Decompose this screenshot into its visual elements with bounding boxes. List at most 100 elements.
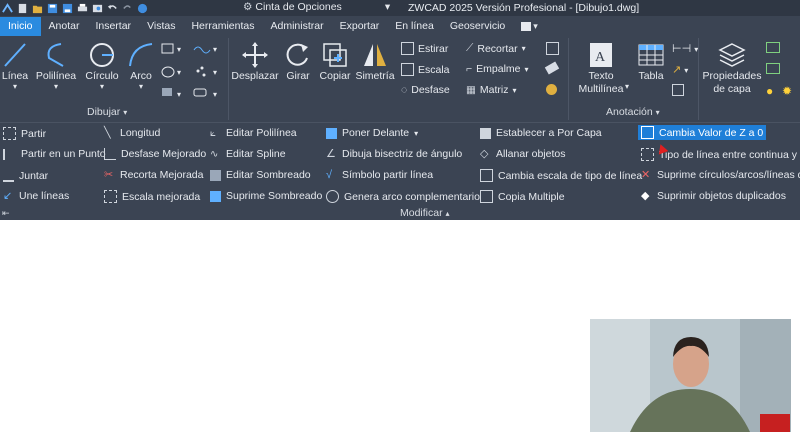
mirror-icon <box>364 44 386 66</box>
offset-button[interactable]: ◌ Desfase <box>401 84 450 96</box>
angle-bisector-label: Dibuja bisectriz de ángulo <box>342 148 463 160</box>
leader-icon[interactable]: ↗ ▾ <box>672 63 688 76</box>
line-icon <box>4 43 26 67</box>
bring-to-front-icon <box>326 127 337 139</box>
layer-state-icon[interactable] <box>766 42 780 53</box>
trim-label: Recortar <box>477 42 518 55</box>
linetype-scale-button[interactable]: Cambia escala de tipo de línea <box>480 169 642 182</box>
linetype-scale-icon <box>480 169 493 182</box>
set-bylayer-icon <box>480 127 491 139</box>
scale-icon <box>401 63 414 76</box>
join-button[interactable]: Juntar <box>3 169 48 182</box>
redo-icon[interactable] <box>122 3 133 14</box>
new-file-icon[interactable] <box>17 3 28 14</box>
save-icon[interactable] <box>47 3 58 14</box>
undo-icon[interactable] <box>107 3 118 14</box>
arc-button[interactable]: Arco ▾ <box>126 40 156 91</box>
tab-exportar[interactable]: Exportar <box>332 17 388 36</box>
tab-inicio[interactable]: Inicio <box>0 17 41 36</box>
break-button[interactable]: Partir <box>3 127 46 140</box>
explode-icon[interactable] <box>546 84 557 95</box>
layer-properties-button[interactable]: Propiedades de capa <box>702 40 762 96</box>
table-button[interactable]: Tabla <box>636 40 666 82</box>
fillet-button[interactable]: ⌐ Empalme ▾ <box>466 63 529 75</box>
enhanced-offset-button[interactable]: Desfase Mejorado <box>104 148 206 160</box>
complement-arc-button[interactable]: Genera arco complementario <box>326 190 480 203</box>
copy-button[interactable]: Copiar <box>318 40 352 82</box>
mtext-button[interactable]: A Texto Multilínea <box>576 40 626 96</box>
dimension-icon[interactable]: ⊢⊣ ▾ <box>672 42 698 55</box>
sun-icon[interactable]: ✹ <box>782 84 792 98</box>
annotation-panel-label[interactable]: Anotación ▾ <box>606 106 660 118</box>
circle-icon <box>90 43 114 67</box>
tab-herramientas[interactable]: Herramientas <box>183 17 262 36</box>
chevron-down-icon[interactable]: ▾ <box>625 82 629 91</box>
tab-vistas[interactable]: Vistas <box>139 17 183 36</box>
rotate-button[interactable]: Girar <box>283 40 313 82</box>
stretch-label: Estirar <box>418 42 449 55</box>
erase-icon[interactable] <box>546 42 559 55</box>
array-label: Matriz <box>479 84 509 96</box>
tab-administrar[interactable]: Administrar <box>263 17 332 36</box>
tab-en-linea[interactable]: En línea <box>387 17 442 36</box>
delete-duplicate-curves-button[interactable]: ✕ Suprime círculos/arcos/líneas du <box>641 169 800 181</box>
edit-spline-label: Editar Spline <box>226 148 286 160</box>
tab-geoservicio[interactable]: Geoservicio <box>442 17 513 36</box>
bring-to-front-button[interactable]: Poner Delante ▾ <box>326 127 418 139</box>
lightbulb-icon[interactable]: ● <box>766 84 773 98</box>
stretch-button[interactable]: Estirar <box>401 42 448 55</box>
svg-text:▾: ▾ <box>213 68 217 77</box>
pin-icon[interactable]: ⇤ <box>2 208 10 219</box>
help-icon[interactable] <box>137 3 148 14</box>
tab-insertar[interactable]: Insertar <box>87 17 139 36</box>
flatten-button[interactable]: ◇ Allanar objetos <box>480 148 565 160</box>
edit-spline-button[interactable]: ∿ Editar Spline <box>210 148 286 160</box>
rotate-icon <box>286 43 308 66</box>
app-logo-icon[interactable] <box>2 2 13 14</box>
join-lines-button[interactable]: ↙ Une líneas <box>3 190 69 202</box>
mirror-button[interactable]: Simetría <box>355 40 395 82</box>
lengthen-button[interactable]: ╲ Longitud <box>104 127 160 139</box>
delete-duplicates-button[interactable]: ◆ Suprimir objetos duplicados <box>641 190 786 202</box>
scale-button[interactable]: Escala <box>401 63 450 76</box>
lengthen-icon: ╲ <box>104 126 111 139</box>
plot-preview-icon[interactable] <box>92 3 103 14</box>
ribbon-display-dropdown[interactable]: ▾ <box>521 17 538 36</box>
copy-multiple-button[interactable]: Copia Multiple <box>480 190 565 203</box>
array-button[interactable]: ▦ Matriz ▾ <box>466 84 517 96</box>
move-button[interactable]: Desplazar <box>231 40 279 82</box>
line-button[interactable]: Línea ▾ <box>2 40 28 91</box>
edit-polyline-button[interactable]: ⟀ Editar Polilínea <box>210 127 297 139</box>
zwcad-window: ⚙ Cinta de Opciones ▾ ZWCAD 2025 Versión… <box>0 0 800 220</box>
trim-button[interactable]: ⟋ Recortar ▾ <box>466 42 526 55</box>
delete-hatch-button[interactable]: Suprime Sombreado <box>210 190 322 202</box>
layer-match-icon[interactable] <box>766 63 780 74</box>
modify-panel-label[interactable]: Modificar ▴ <box>400 207 450 219</box>
ribbon-options[interactable]: ⚙ Cinta de Opciones ▾ <box>243 1 390 13</box>
draw-tools-grid[interactable]: ▾ ▾ ▾ ▾ ▾ ▾ <box>160 42 224 100</box>
circle-button[interactable]: Círculo ▾ <box>84 40 120 91</box>
break-icon <box>3 127 16 140</box>
fillet-label: Empalme <box>476 63 521 75</box>
print-icon[interactable] <box>77 3 88 14</box>
separator <box>228 38 229 120</box>
set-bylayer-button[interactable]: Establecer a Por Capa <box>480 127 602 139</box>
table-edit-icon[interactable] <box>672 84 684 96</box>
set-z-zero-button[interactable]: Cambia Valor de Z a 0 <box>638 125 767 140</box>
draw-panel-label[interactable]: Dibujar ▾ <box>87 106 127 118</box>
open-folder-icon[interactable] <box>32 3 43 14</box>
enhanced-trim-label: Recorta Mejorada <box>120 169 204 181</box>
save-as-icon[interactable] <box>62 3 73 14</box>
break-symbol-button[interactable]: √ Símbolo partir línea <box>326 169 433 181</box>
offset-label: Desfase <box>411 84 450 96</box>
eraser-icon[interactable] <box>544 61 560 75</box>
enhanced-trim-button[interactable]: ✂ Recorta Mejorada <box>104 169 203 181</box>
angle-bisector-button[interactable]: ∠ Dibuja bisectriz de ángulo <box>326 148 462 160</box>
break-at-point-button[interactable]: Partir en un Punto <box>3 148 106 160</box>
fillet-icon: ⌐ <box>466 63 473 75</box>
edit-hatch-button[interactable]: Editar Sombreado <box>210 169 311 181</box>
edit-polyline-label: Editar Polilínea <box>226 127 297 139</box>
tab-anotar[interactable]: Anotar <box>41 17 88 36</box>
enhanced-scale-button[interactable]: Escala mejorada <box>104 190 200 203</box>
polyline-button[interactable]: Polilínea ▾ <box>35 40 77 91</box>
